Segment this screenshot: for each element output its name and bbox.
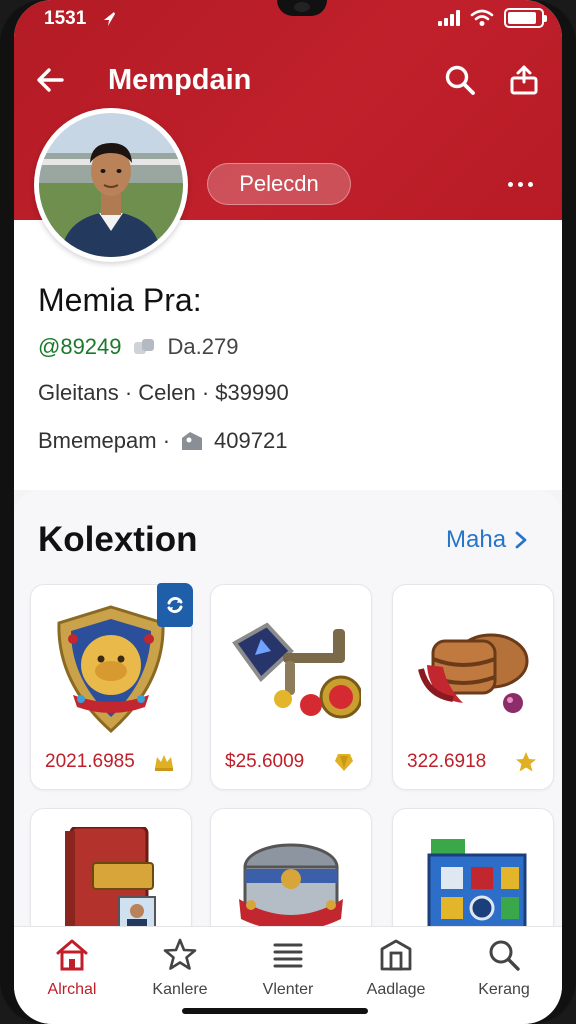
tab-list[interactable]: Vlenter [240, 937, 336, 1001]
share-button[interactable] [506, 62, 542, 98]
collection-card[interactable]: 322.6918 [392, 584, 554, 790]
link-icon [133, 339, 154, 354]
profile-handle[interactable]: @89249 [38, 334, 122, 360]
tab-label: Aadlage [366, 981, 426, 998]
store-icon [380, 939, 412, 971]
search-icon [445, 65, 475, 95]
collection-title: Kolextion [38, 520, 198, 559]
gem-tool-image [232, 622, 361, 719]
chevron-right-icon [515, 531, 527, 549]
screen: 1531 Mempdain Pelecdn Memia Pra: @89249 … [14, 0, 562, 1024]
top-app-bar: Mempdain [14, 54, 562, 106]
profile-stats: Gleitans · Celen · $39990 [38, 380, 289, 405]
star-icon [163, 938, 197, 970]
signal-icon [438, 10, 460, 26]
phone-frame: 1531 Mempdain Pelecdn Memia Pra: @89249 … [0, 0, 576, 1024]
item-price: $25.6009 [225, 751, 305, 772]
crown-icon [155, 755, 173, 771]
location-arrow-icon [104, 12, 115, 26]
book-image [65, 827, 156, 936]
item-price: 2021.6985 [45, 751, 135, 772]
more-options-button[interactable] [498, 170, 542, 198]
profile-code: Da.279 [167, 334, 239, 359]
avatar[interactable] [34, 108, 188, 262]
collection-more-link[interactable]: Maha [446, 526, 528, 554]
tab-home[interactable]: Alrchal [24, 937, 120, 1001]
profile-name: Memia Pra: [38, 282, 202, 318]
gem-icon [335, 754, 353, 771]
toy-cabinet-image [427, 839, 527, 939]
tab-search[interactable]: Kerang [456, 937, 552, 1001]
home-indicator[interactable] [182, 1008, 368, 1014]
tag-icon [182, 432, 203, 450]
item-badge [157, 583, 193, 627]
profile-handle-row: @89249 Da.279 [38, 334, 238, 360]
tab-label: Vlenter [262, 981, 314, 998]
sync-icon [167, 596, 183, 614]
tab-label: Kerang [478, 981, 530, 998]
share-icon [510, 65, 538, 95]
star-icon [516, 752, 536, 772]
drum-image [239, 843, 343, 931]
tab-store[interactable]: Aadlage [348, 937, 444, 1001]
avatar-photo [39, 113, 183, 257]
collection-card[interactable] [210, 808, 372, 938]
wifi-icon [470, 9, 494, 26]
profile-extra-value: 409721 [214, 428, 288, 453]
profile-extra-label: Bmemepam · [38, 428, 171, 453]
treasure-drum-image [418, 633, 529, 713]
back-arrow-icon [37, 68, 64, 92]
profile-extra-row: Bmemepam · 409721 [38, 428, 287, 454]
tab-label: Alrchal [47, 981, 97, 998]
status-time: 1531 [44, 8, 87, 29]
home-icon [56, 939, 88, 971]
back-button[interactable] [32, 62, 68, 98]
battery-icon [504, 8, 547, 28]
search-button[interactable] [442, 62, 478, 98]
search-icon [489, 940, 520, 971]
collection-card[interactable]: 2021.6985 [30, 583, 193, 790]
collection-card[interactable] [392, 808, 554, 939]
collection-more-label: Maha [446, 526, 507, 553]
collection-section: Kolextion Maha 2021.6985 $25.6009 322.69… [14, 490, 562, 950]
item-price: 322.6918 [407, 751, 487, 772]
collection-card[interactable]: $25.6009 [210, 584, 372, 790]
list-icon [273, 943, 303, 968]
tab-label: Kanlere [152, 981, 208, 998]
role-pill[interactable]: Pelecdn [207, 163, 351, 205]
page-title: Mempdain [108, 64, 252, 96]
tab-favorites[interactable]: Kanlere [132, 937, 228, 1001]
collection-card[interactable] [30, 808, 192, 938]
